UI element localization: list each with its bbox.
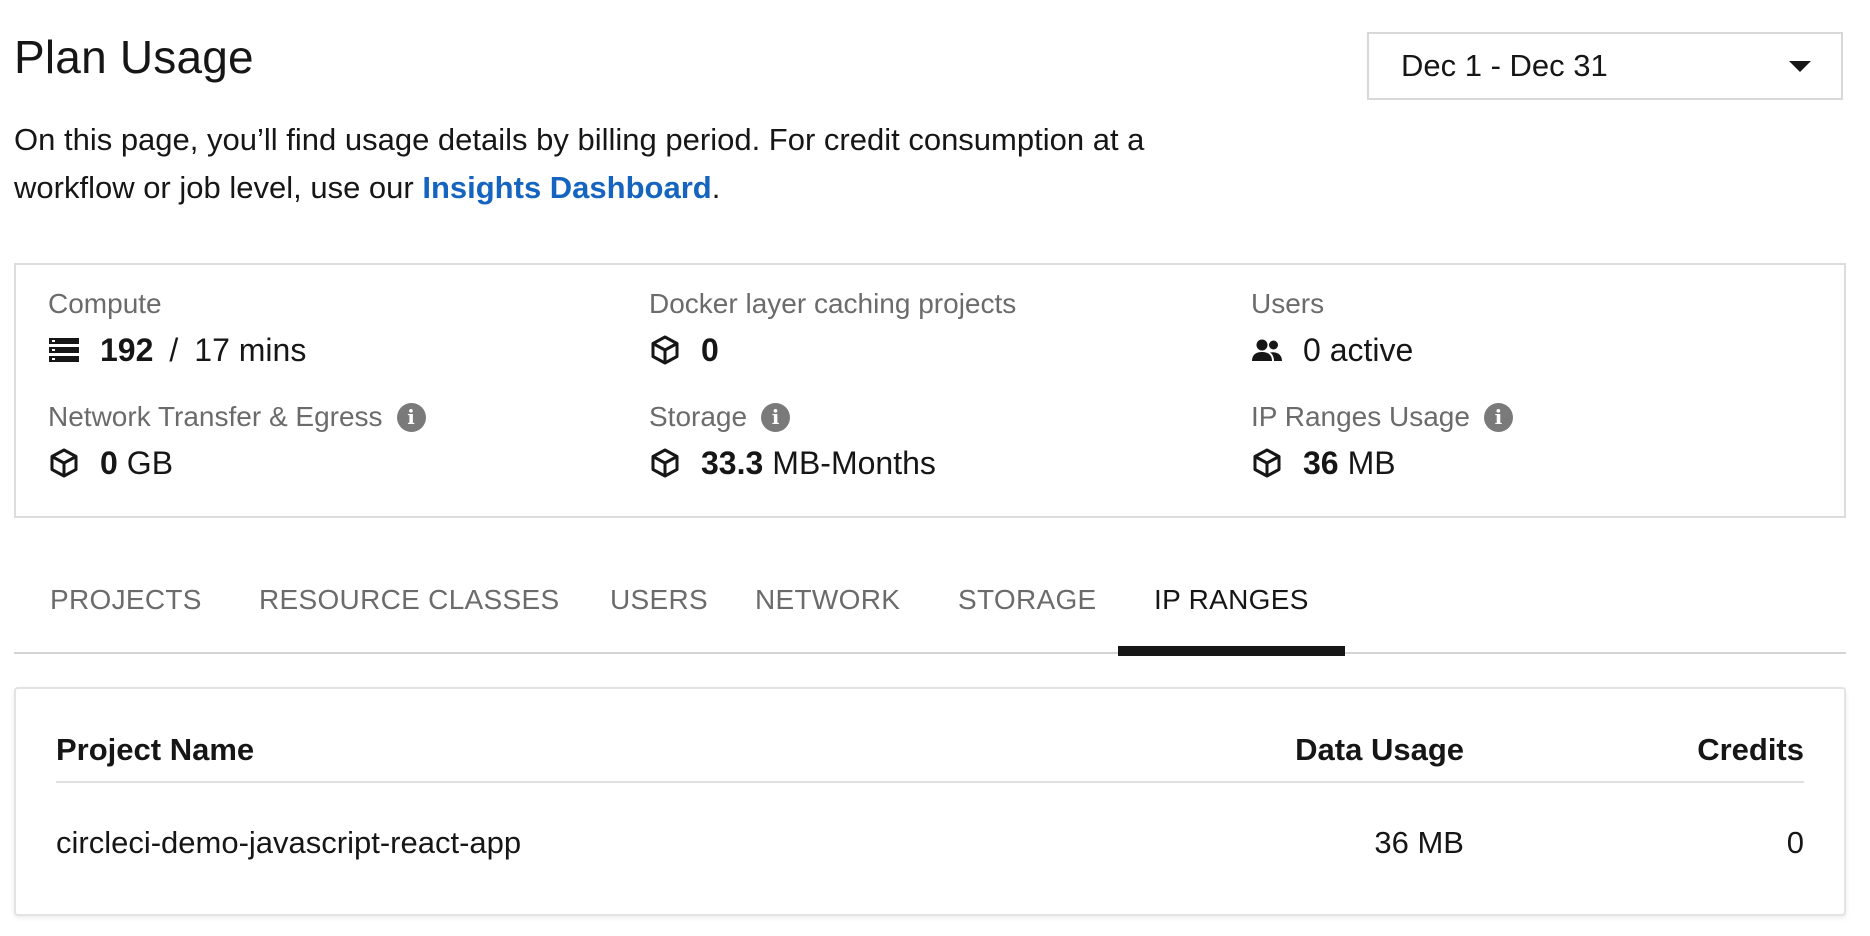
credits-cell: 0 [1786, 825, 1804, 860]
insights-dashboard-link[interactable]: Insights Dashboard [422, 170, 711, 205]
server-stack-icon [48, 334, 80, 366]
compute-separator: / [169, 331, 179, 368]
compute-label: Compute [48, 288, 162, 319]
info-icon[interactable]: i [1483, 402, 1513, 432]
caret-down-icon [1789, 60, 1811, 72]
compute-credits: 192 [100, 331, 154, 368]
docker-metric: Docker layer caching projects 0 [649, 287, 1016, 373]
table-header: Project Name Data Usage Credits [56, 719, 1804, 783]
docker-label: Docker layer caching projects [649, 288, 1017, 319]
network-unit: GB [126, 444, 174, 481]
info-icon[interactable]: i [761, 402, 791, 432]
column-header-credits: Credits [1697, 732, 1804, 767]
usage-tabs: PROJECTS RESOURCE CLASSES USERS NETWORK … [14, 566, 1846, 656]
users-value: 0 active [1303, 331, 1414, 368]
ip-ranges-metric: IP Ranges Usage i 36 MB [1251, 400, 1513, 486]
people-icon [1251, 334, 1283, 366]
tab-network[interactable]: NETWORK [719, 566, 936, 654]
project-name-cell: circleci-demo-javascript-react-app [56, 825, 522, 860]
plan-usage-page: Plan Usage On this page, you’ll find usa… [0, 0, 1870, 936]
storage-metric: Storage i 33.3 MB-Months [649, 400, 936, 486]
compute-minutes: 17 mins [194, 331, 307, 368]
ip-ranges-table: Project Name Data Usage Credits circleci… [14, 687, 1846, 916]
network-label: Network Transfer & Egress [48, 401, 383, 432]
tab-storage[interactable]: STORAGE [922, 566, 1133, 654]
cube-icon [1251, 447, 1283, 479]
billing-period-value: Dec 1 - Dec 31 [1401, 48, 1608, 83]
ip-ranges-value: 36 [1303, 444, 1339, 481]
tab-ip-ranges[interactable]: IP RANGES [1118, 566, 1345, 656]
docker-value: 0 [701, 331, 719, 368]
tab-projects[interactable]: PROJECTS [14, 566, 238, 654]
description-suffix: . [711, 170, 721, 205]
users-metric: Users 0 active [1251, 287, 1413, 373]
column-header-project-name: Project Name [56, 732, 255, 767]
column-header-data-usage: Data Usage [1295, 732, 1464, 767]
billing-period-select[interactable]: Dec 1 - Dec 31 [1367, 32, 1843, 100]
users-label: Users [1251, 288, 1325, 319]
cube-icon [649, 447, 681, 479]
cube-icon [649, 334, 681, 366]
ip-ranges-unit: MB [1347, 444, 1396, 481]
cube-icon [48, 447, 80, 479]
page-title: Plan Usage [14, 31, 254, 83]
compute-metric: Compute 192 / 17 mins [48, 287, 306, 373]
storage-label: Storage [649, 401, 748, 432]
ip-ranges-label: IP Ranges Usage [1251, 401, 1470, 432]
network-metric: Network Transfer & Egress i 0 GB [48, 400, 426, 486]
storage-unit: MB-Months [772, 444, 936, 481]
storage-value: 33.3 [701, 444, 764, 481]
network-value: 0 [100, 444, 118, 481]
tab-resource-classes[interactable]: RESOURCE CLASSES [223, 566, 595, 654]
page-description: On this page, you’ll find usage details … [14, 116, 1214, 212]
table-row: circleci-demo-javascript-react-app 36 MB… [56, 783, 1804, 903]
data-usage-cell: 36 MB [1374, 825, 1464, 860]
info-icon[interactable]: i [396, 402, 426, 432]
usage-summary-panel: Compute 192 / 17 mins Docker layer cachi… [14, 263, 1846, 518]
